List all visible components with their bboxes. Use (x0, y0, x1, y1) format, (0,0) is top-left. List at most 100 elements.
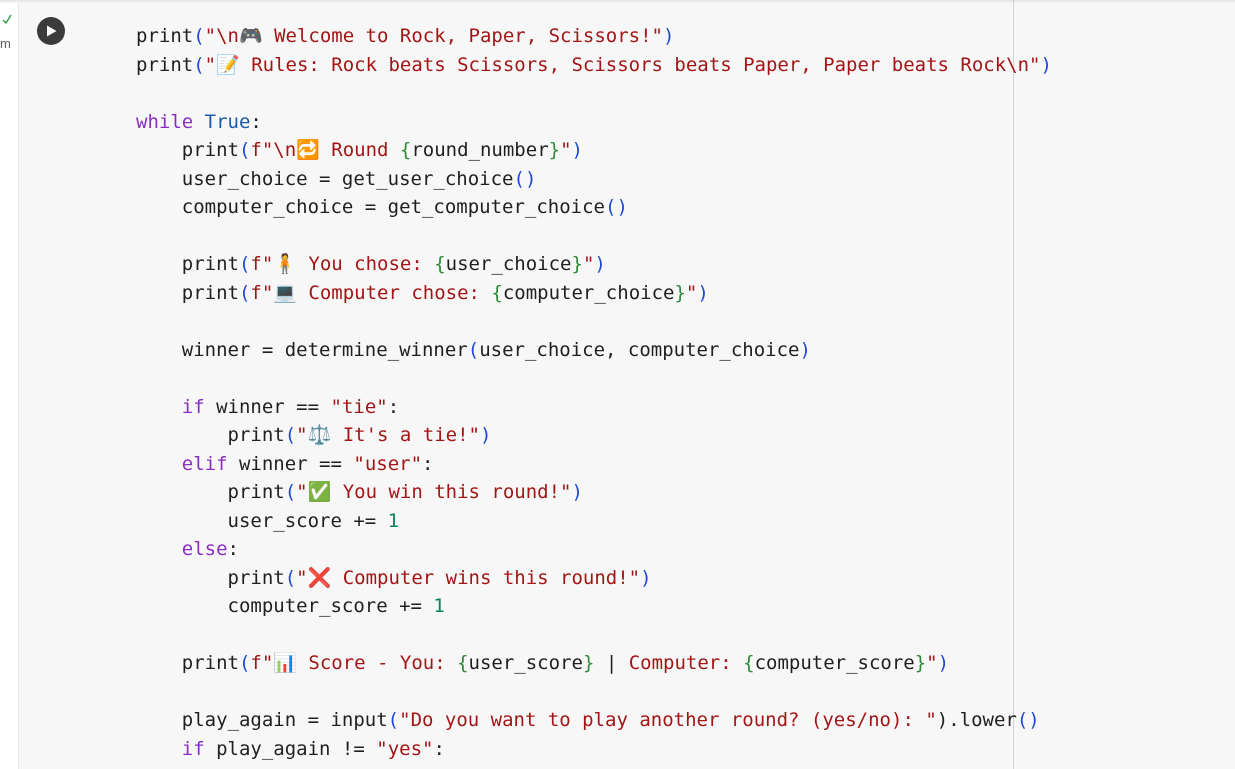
code-token: ) (799, 338, 811, 361)
code-token: { (457, 652, 469, 674)
code-block[interactable]: print("\n🎮 Welcome to Rock, Paper, Sciss… (136, 22, 1052, 763)
code-token: print (136, 253, 239, 275)
code-token: ( (238, 253, 251, 275)
code-token: print (136, 139, 239, 161)
code-token: user_score (468, 652, 583, 674)
code-line: computer_choice = get_computer_choice() (136, 193, 1052, 222)
code-token: winner = determine_winner (136, 338, 468, 361)
code-line: print("\n🎮 Welcome to Rock, Paper, Sciss… (136, 22, 1052, 51)
run-cell-button[interactable] (37, 17, 65, 45)
code-line: winner = determine_winner(user_choice, c… (136, 336, 1052, 365)
code-line: user_choice = get_user_choice() (136, 165, 1052, 194)
code-token: computer_choice (502, 281, 675, 304)
cell-sidebar (18, 0, 81, 769)
code-token: 1 (387, 509, 400, 532)
code-token: round_number (411, 139, 549, 161)
code-token: play_again != (204, 737, 377, 760)
code-token: f"💻 Computer chose: (250, 281, 492, 304)
code-token: ).lower (936, 709, 1017, 731)
code-token: input (330, 709, 388, 731)
code-token: } (674, 281, 686, 304)
code-token: { (491, 281, 503, 304)
code-line: play_again = input("Do you want to play … (136, 706, 1052, 735)
code-token: computer_choice = get_computer_choice (136, 196, 605, 218)
code-token: computer_score += (136, 595, 434, 617)
code-token: ) (594, 253, 606, 275)
code-token: : (387, 395, 400, 418)
code-line: print(f"💻 Computer chose: {computer_choi… (136, 279, 1052, 308)
code-token: print (136, 25, 194, 47)
code-token: f"\n🔁 Round (250, 139, 400, 161)
code-token: print (136, 53, 194, 76)
code-token: elif (181, 452, 228, 475)
code-token: True (204, 110, 251, 133)
code-token: ( (284, 566, 297, 589)
cell-top-border (0, 0, 1235, 3)
code-token: () (1016, 709, 1040, 731)
code-token: winner == (227, 452, 354, 475)
code-token: ) (1040, 53, 1052, 76)
code-line: print("✅ You win this round!") (136, 478, 1052, 507)
code-line: if play_again != "yes": (136, 735, 1052, 764)
code-token: 1 (433, 595, 445, 617)
code-token: " (926, 652, 938, 674)
code-token: ( (238, 139, 251, 161)
code-line: print("❌ Computer wins this round!") (136, 564, 1052, 593)
code-line: print(f"🧍 You chose: {user_choice}") (136, 250, 1052, 279)
code-token: { (434, 253, 446, 275)
code-token: } (914, 652, 927, 674)
code-token: { (743, 652, 755, 674)
code-line: if winner == "tie": (136, 393, 1052, 422)
code-token: "Do you want to play another round? (yes… (399, 709, 937, 731)
code-token: ) (571, 481, 583, 503)
code-token: print (136, 481, 285, 503)
code-token: : (433, 737, 445, 760)
code-token: ( (238, 652, 251, 674)
code-token: ) (937, 652, 950, 674)
code-token: } (582, 652, 595, 674)
code-token: () (513, 167, 537, 190)
code-token: () (605, 196, 628, 218)
code-token: : (227, 538, 239, 560)
code-line: print("⚖️ It's a tie!") (136, 421, 1052, 450)
code-token: : (422, 452, 434, 475)
code-token: ) (663, 25, 675, 47)
code-token: user_choice, computer_choice (479, 338, 800, 361)
code-token: ( (387, 709, 400, 731)
code-line: print("📝 Rules: Rock beats Scissors, Sci… (136, 51, 1052, 80)
code-line: print(f"📊 Score - You: {user_score} | Co… (136, 649, 1052, 678)
code-token: play_again = (136, 709, 331, 731)
code-token: " (582, 253, 595, 275)
code-token: : (250, 110, 262, 133)
code-line: while True: (136, 108, 1052, 137)
checkmark-icon (2, 14, 12, 24)
code-token: Computer: (628, 652, 744, 674)
code-token: ( (467, 338, 480, 361)
code-token: ) (479, 424, 492, 446)
code-token: "✅ You win this round!" (296, 481, 572, 503)
code-token: "user" (353, 452, 423, 475)
code-token: while (136, 110, 205, 133)
code-token: print (136, 652, 239, 674)
left-gutter: m (0, 0, 18, 769)
code-token: if (181, 395, 205, 418)
code-token: } (571, 253, 583, 275)
code-token: ( (193, 25, 205, 47)
code-token: user_choice = get_user_choice (136, 167, 514, 190)
code-token: ( (193, 53, 205, 76)
cell-execution-status: m (0, 36, 11, 51)
code-token: ( (284, 481, 297, 503)
code-token: } (548, 139, 561, 161)
code-token: " (560, 139, 572, 161)
code-line: print(f"\n🔁 Round {round_number}") (136, 136, 1052, 165)
code-token: user_score += (136, 509, 388, 532)
code-token: ( (284, 424, 297, 446)
